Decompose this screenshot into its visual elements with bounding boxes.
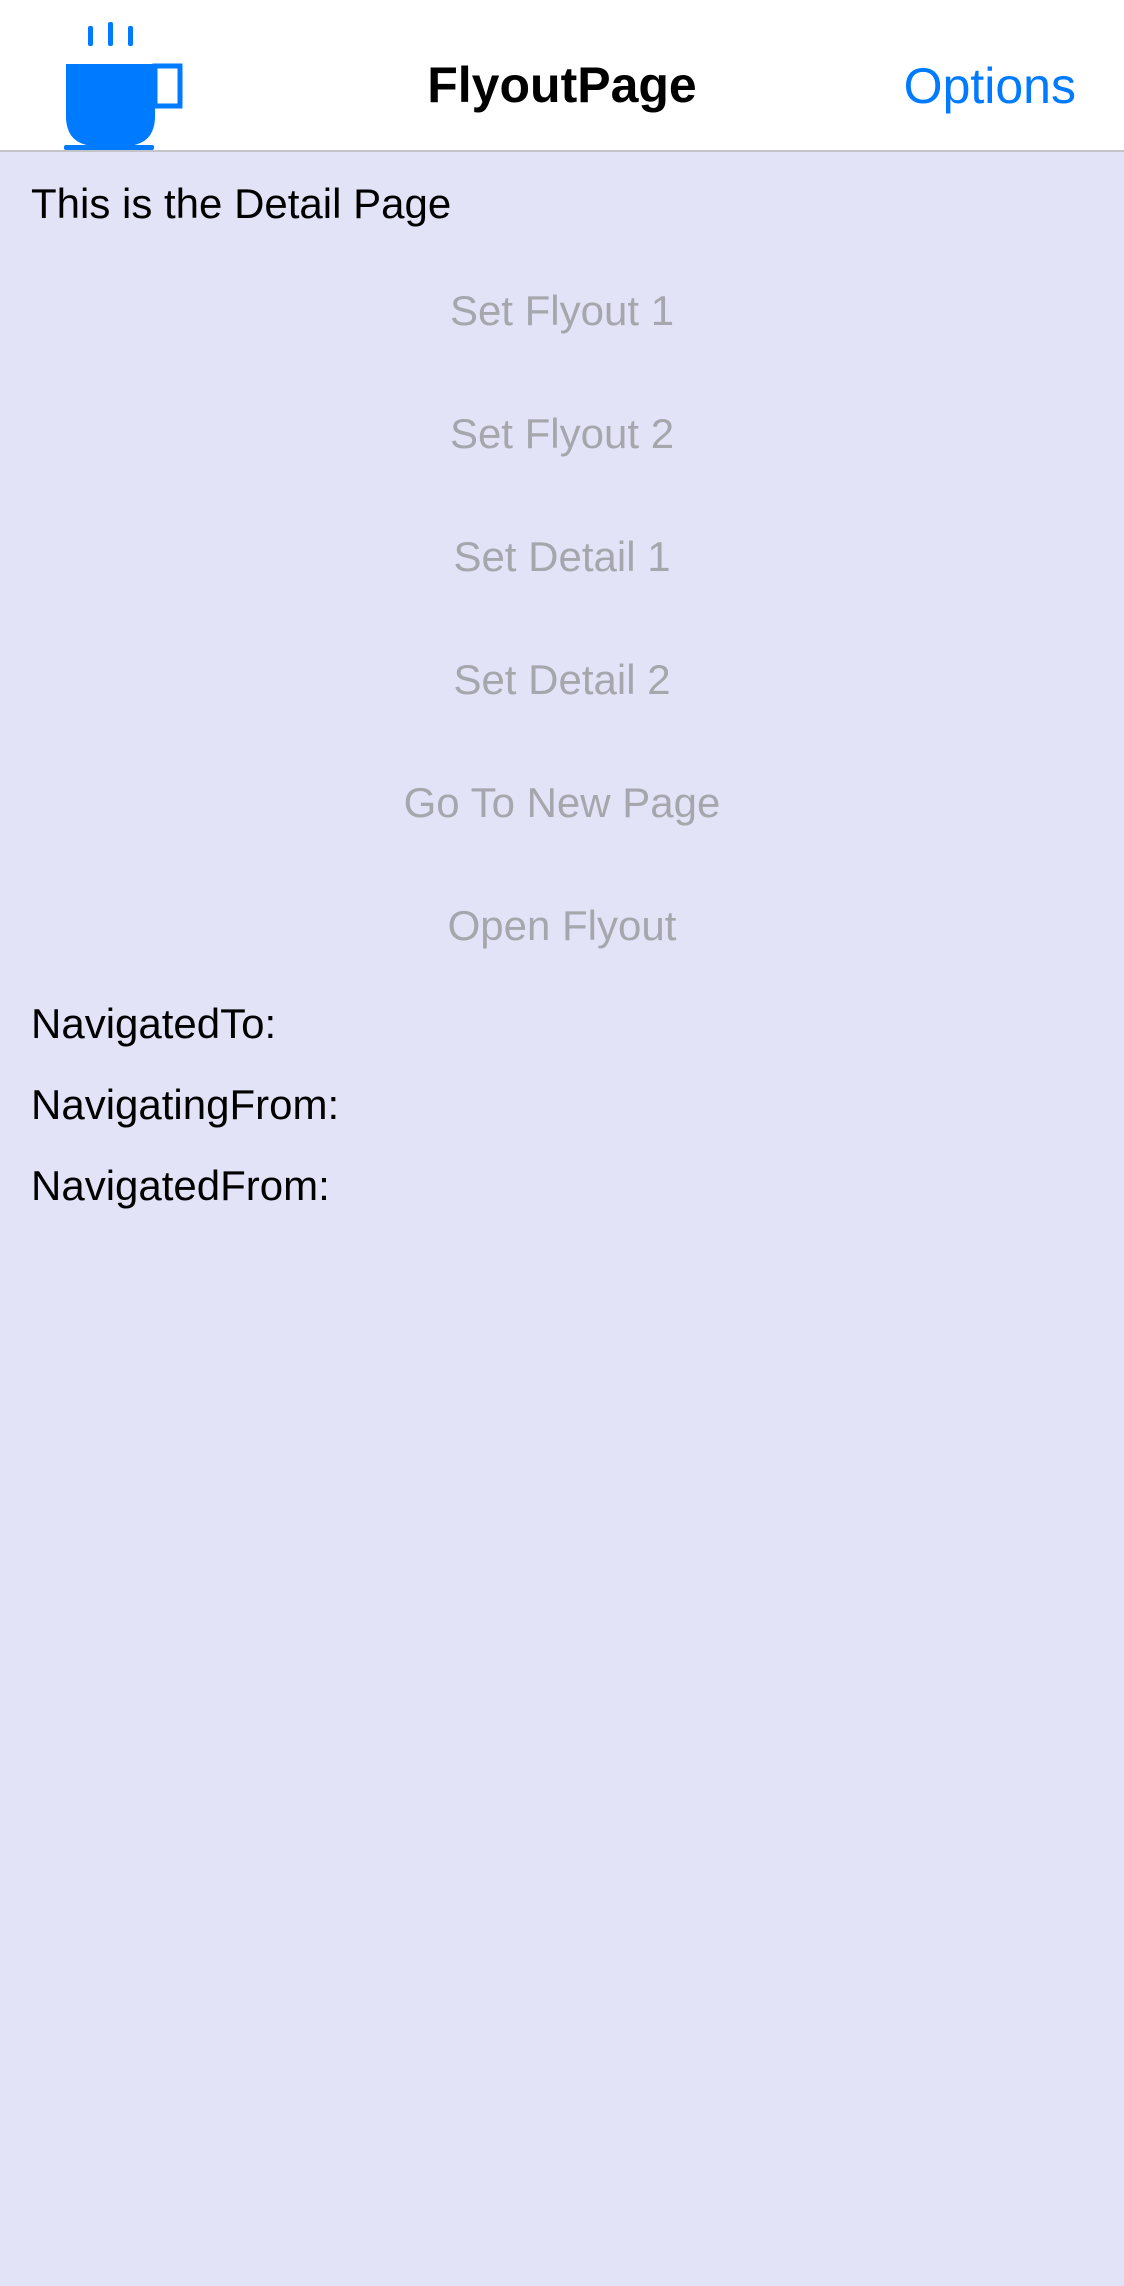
coffee-cup-icon xyxy=(64,22,183,150)
set-flyout-2-button[interactable]: Set Flyout 2 xyxy=(0,389,1124,479)
set-detail-2-button[interactable]: Set Detail 2 xyxy=(0,635,1124,725)
set-detail-1-button[interactable]: Set Detail 1 xyxy=(0,512,1124,602)
navigated-to-label: NavigatedTo: xyxy=(31,1000,277,1047)
navigated-from-label: NavigatedFrom: xyxy=(31,1162,330,1209)
flyout-toggle-button[interactable] xyxy=(50,12,190,152)
options-button[interactable]: Options xyxy=(904,0,1076,152)
navigating-from-label: NavigatingFrom: xyxy=(31,1081,340,1128)
navigation-bar: FlyoutPage Options xyxy=(0,0,1124,152)
set-flyout-1-button[interactable]: Set Flyout 1 xyxy=(0,266,1124,356)
open-flyout-button[interactable]: Open Flyout xyxy=(0,881,1124,971)
detail-page-heading: This is the Detail Page xyxy=(31,180,452,227)
go-to-new-page-button[interactable]: Go To New Page xyxy=(0,758,1124,848)
